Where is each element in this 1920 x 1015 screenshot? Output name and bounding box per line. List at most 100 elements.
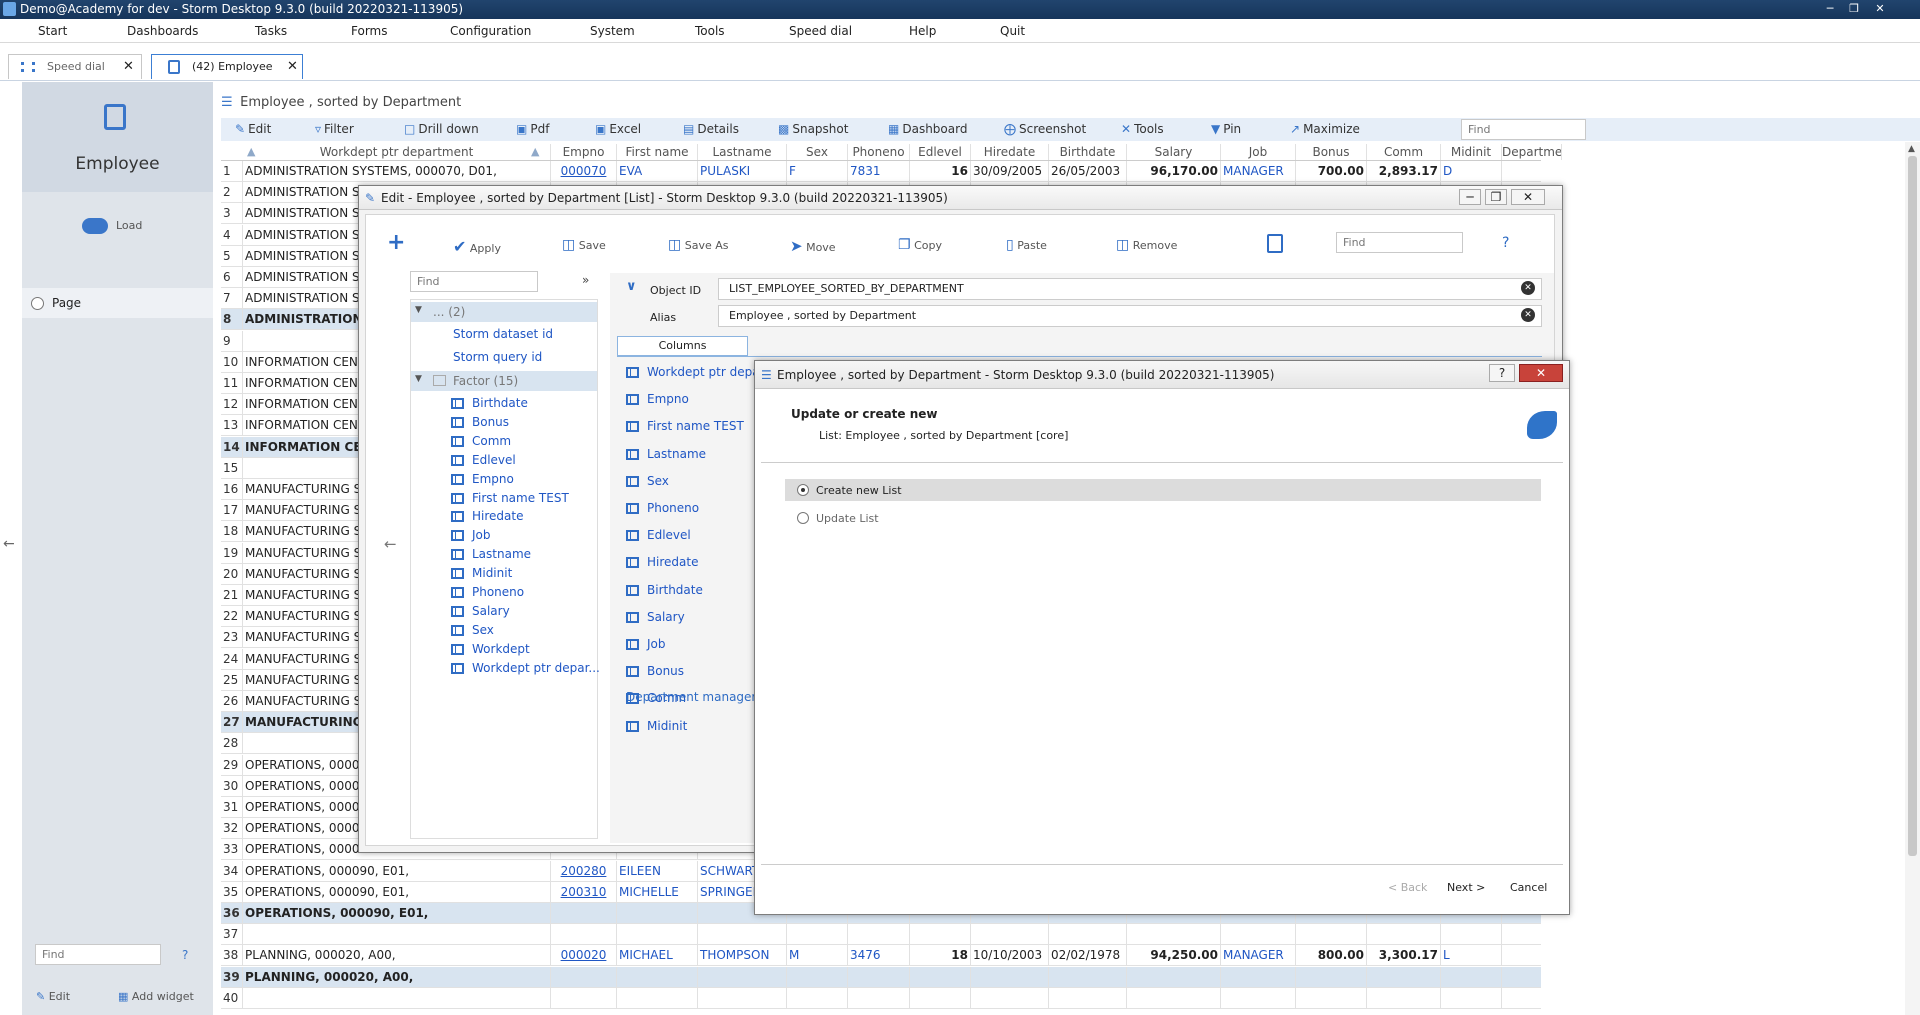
tree-root[interactable]: ▼ ... (2) [411,302,597,322]
tree-factor-item[interactable]: Phoneno [451,585,524,599]
option-update[interactable]: Update List [785,507,1541,529]
help-icon[interactable]: ? [1489,364,1515,382]
page-item[interactable]: Page [22,288,213,318]
department-manager-link[interactable]: Department manager [626,690,756,704]
header-phoneno[interactable]: Phoneno [848,144,910,160]
close-icon[interactable]: ✕ [1872,2,1888,16]
tree-item[interactable]: Storm dataset id [453,327,553,341]
column-item[interactable]: Salary [626,610,685,624]
header-empno[interactable]: Empno [551,144,617,160]
help-icon[interactable]: ? [1502,235,1509,251]
alias-field[interactable]: Employee , sorted by Department [718,305,1542,327]
tree-factor-item[interactable]: Bonus [451,415,509,429]
header-workdept[interactable]: Workdept ptr department [243,144,551,160]
grid-find-input[interactable]: Find [1461,119,1586,140]
table-row[interactable]: 40 [221,987,1541,1009]
apply-button[interactable]: ✔ Apply [453,237,501,256]
load-button[interactable]: Load [82,218,142,234]
document-icon[interactable] [1267,234,1283,253]
menu-start[interactable]: Start [38,24,67,38]
paste-button[interactable]: ▯ Paste [1006,237,1047,253]
object-id-field[interactable]: LIST_EMPLOYEE_SORTED_BY_DEPARTMENT [718,278,1542,300]
header-birthdate[interactable]: Birthdate [1049,144,1127,160]
close-icon[interactable]: ✕ [287,55,298,79]
arrow-left-icon[interactable]: ← [3,536,15,552]
header-lastname[interactable]: Lastname [698,144,787,160]
menu-dashboards[interactable]: Dashboards [127,24,198,38]
menu-speed-dial[interactable]: Speed dial [789,24,852,38]
minimize-icon[interactable]: ─ [1822,2,1838,16]
tree-item[interactable]: Storm query id [453,350,542,364]
table-row[interactable]: 1 ADMINISTRATION SYSTEMS, 000070, D01, 000… [221,161,1541,182]
column-item[interactable]: Empno [626,392,689,406]
toolbar-filter[interactable]: ▿ Filter [315,122,354,136]
cell-empno[interactable]: 200310 [551,881,617,903]
scroll-thumb[interactable] [1908,156,1917,856]
column-item[interactable]: Bonus [626,664,684,678]
collapse-down-icon[interactable]: ∨ [626,279,637,294]
remove-button[interactable]: ◫ Remove [1116,237,1177,253]
tree-factor-item[interactable]: Hiredate [451,509,523,523]
header-departme[interactable]: Departme [1502,144,1562,160]
toolbar-details[interactable]: ▤ Details [683,122,739,136]
cell-empno[interactable] [551,987,617,1009]
column-item[interactable]: Birthdate [626,583,703,597]
header-bonus[interactable]: Bonus [1296,144,1367,160]
toolbar-pdf[interactable]: ▣ Pdf [516,122,549,136]
option-create-new[interactable]: Create new List [785,479,1541,501]
column-item[interactable]: Phoneno [626,501,699,515]
header-hiredate[interactable]: Hiredate [971,144,1049,160]
clear-icon[interactable]: ✕ [1521,281,1535,295]
cell-empno[interactable] [551,903,617,924]
close-icon[interactable]: ✕ [123,55,134,79]
header-comm[interactable]: Comm [1367,144,1441,160]
toolbar-pin[interactable]: ▼ Pin [1211,122,1241,136]
cell-empno[interactable] [551,924,617,946]
header-job[interactable]: Job [1221,144,1296,160]
vertical-scrollbar[interactable]: ▲ [1905,142,1920,1015]
column-item[interactable]: Edlevel [626,528,691,542]
left-find-input[interactable]: Find [35,944,161,965]
minimize-icon[interactable]: ─ [1459,189,1481,205]
close-icon[interactable]: ✕ [1511,189,1545,205]
help-icon[interactable]: ? [182,948,188,962]
menu-help[interactable]: Help [909,24,936,38]
menu-system[interactable]: System [590,24,635,38]
back-button[interactable]: < Back [1388,881,1427,894]
tree-factor-item[interactable]: Comm [451,434,511,448]
menu-forms[interactable]: Forms [351,24,387,38]
tree-factor-item[interactable]: Job [451,528,491,542]
column-item[interactable]: Midinit [626,719,687,733]
header-sex[interactable]: Sex [787,144,848,160]
columns-tab[interactable]: Columns [617,336,748,356]
tree-factor[interactable]: ▼ Factor (15) [411,371,597,391]
edit-button[interactable]: ✎ Edit [36,990,70,1003]
restore-icon[interactable]: ❐ [1485,189,1507,205]
toolbar-screenshot[interactable]: ⨁ Screenshot [1004,122,1086,136]
header-edlevel[interactable]: Edlevel [910,144,971,160]
tree-factor-item[interactable]: Lastname [451,547,531,561]
tree-factor-item[interactable]: First name TEST [451,491,569,505]
toolbar-dashboard[interactable]: ▦ Dashboard [888,122,967,136]
move-button[interactable]: ➤ Move [790,237,836,255]
toolbar-snapshot[interactable]: ▩ Snapshot [778,122,848,136]
cell-empno[interactable]: 200280 [551,860,617,882]
toolbar-edit[interactable]: ✎ Edit [235,122,271,136]
toolbar-tools[interactable]: ✕ Tools [1121,122,1164,136]
tab-speed-dial[interactable]: Speed dial ✕ [8,54,142,79]
tree-find-input[interactable]: Find [410,271,538,292]
tree-factor-item[interactable]: Workdept ptr depar... [451,661,600,675]
tree-factor-item[interactable]: Empno [451,472,514,486]
dialog-find-input[interactable]: Find [1336,232,1463,253]
expand-icon[interactable]: » [582,273,589,287]
tree-factor-item[interactable]: Sex [451,623,494,637]
save-button[interactable]: ◫ Save [562,237,606,253]
tree-factor-item[interactable]: Workdept [451,642,530,656]
tree-factor-item[interactable]: Edlevel [451,453,516,467]
tab-employee[interactable]: (42) Employee ✕ [151,54,303,79]
restore-icon[interactable]: ❐ [1846,2,1862,16]
cancel-button[interactable]: Cancel [1510,881,1547,894]
cell-empno[interactable]: 000020 [551,945,617,967]
header-first-name[interactable]: First name [617,144,698,160]
table-row[interactable]: 37 [221,924,1541,946]
